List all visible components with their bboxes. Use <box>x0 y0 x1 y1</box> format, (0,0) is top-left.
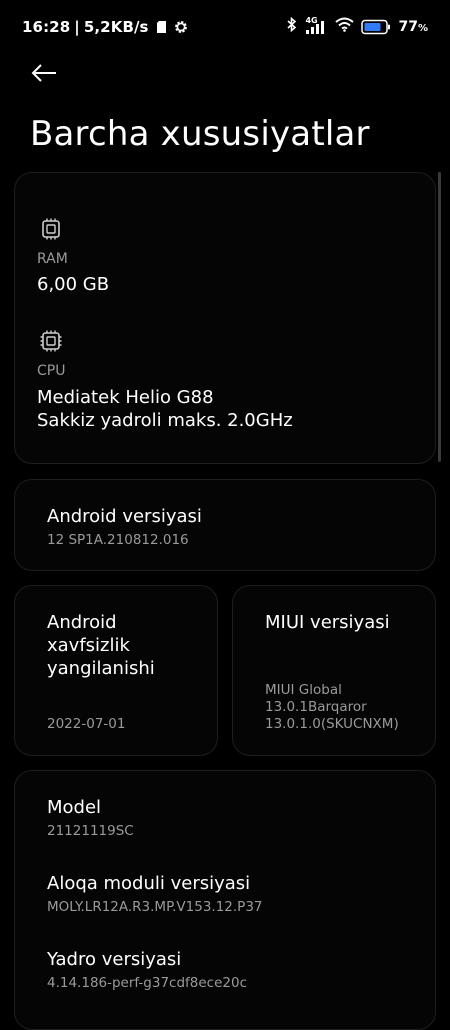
model-row[interactable]: Model 21121119SC <box>15 771 435 847</box>
security-update-value: 2022-07-01 <box>47 716 126 732</box>
battery-percent: 77 <box>398 18 418 35</box>
model-label: Model <box>47 797 102 818</box>
miui-version-card[interactable]: MIUI versiyasi MIUI Global 13.0.1Barqaro… <box>232 585 436 756</box>
ram-value: 6,00 GB <box>37 274 110 295</box>
android-version-label: Android versiyasi <box>47 506 202 527</box>
baseband-label: Aloqa moduli versiyasi <box>47 873 251 894</box>
status-bar: 16:28 | 5,2KB/s 4G 77% <box>0 0 450 56</box>
settings-gear-icon <box>174 20 188 34</box>
android-version-value: 12 SP1A.210812.016 <box>47 532 189 548</box>
bluetooth-icon <box>287 16 297 36</box>
security-update-label-line1: Android <box>47 612 117 633</box>
security-update-label-line2: xavfsizlik <box>47 635 130 656</box>
miui-version-label: MIUI versiyasi <box>265 612 390 633</box>
kernel-value: 4.14.186-perf-g37cdf8ece20c <box>47 975 248 991</box>
details-card: Model 21121119SC Aloqa moduli versiyasi … <box>14 770 436 1030</box>
miui-version-value-line3: 13.0.1.0(SKUCNXM) <box>265 716 399 732</box>
status-bar-right: 4G 77% <box>287 16 428 36</box>
back-arrow-icon <box>31 64 57 86</box>
kernel-row[interactable]: Yadro versiyasi 4.14.186-perf-g37cdf8ece… <box>15 923 435 999</box>
battery-percent-sign: % <box>417 22 428 34</box>
battery-level: 77% <box>398 19 428 35</box>
status-separator: | <box>74 18 80 36</box>
page-title: Barcha xususiyatlar <box>30 114 370 154</box>
hardware-card[interactable]: RAM 6,00 GB CPU Mediatek Helio G88 Sakki… <box>14 172 436 464</box>
miui-version-value-line1: MIUI Global <box>265 682 342 698</box>
security-update-card[interactable]: Android xavfsizlik yangilanishi 2022-07-… <box>14 585 218 756</box>
ram-label: RAM <box>37 251 68 267</box>
security-update-label-line3: yangilanishi <box>47 658 155 679</box>
baseband-value: MOLY.LR12A.R3.MP.V153.12.P37 <box>47 899 263 915</box>
sd-card-icon <box>156 21 166 33</box>
clock: 16:28 <box>22 18 71 36</box>
miui-version-value-line2: 13.0.1Barqaror <box>265 699 367 715</box>
cpu-label: CPU <box>37 363 66 379</box>
cpu-value-line2: Sakkiz yadroli maks. 2.0GHz <box>37 410 293 431</box>
model-value: 21121119SC <box>47 823 134 839</box>
network-speed: 5,2KB/s <box>83 18 149 36</box>
kernel-label: Yadro versiyasi <box>47 949 182 970</box>
scrollbar[interactable] <box>438 172 441 462</box>
baseband-row[interactable]: Aloqa moduli versiyasi MOLY.LR12A.R3.MP.… <box>15 847 435 923</box>
wifi-icon <box>335 17 355 36</box>
back-button[interactable] <box>26 60 62 90</box>
android-version-card[interactable]: Android versiyasi 12 SP1A.210812.016 <box>14 479 436 571</box>
battery-icon <box>361 19 391 35</box>
status-bar-left: 16:28 | 5,2KB/s <box>22 18 188 36</box>
signal-icon: 4G <box>304 16 328 35</box>
cpu-value-line1: Mediatek Helio G88 <box>37 387 214 408</box>
memory-chip-icon <box>39 217 63 245</box>
processor-chip-icon <box>39 329 63 357</box>
